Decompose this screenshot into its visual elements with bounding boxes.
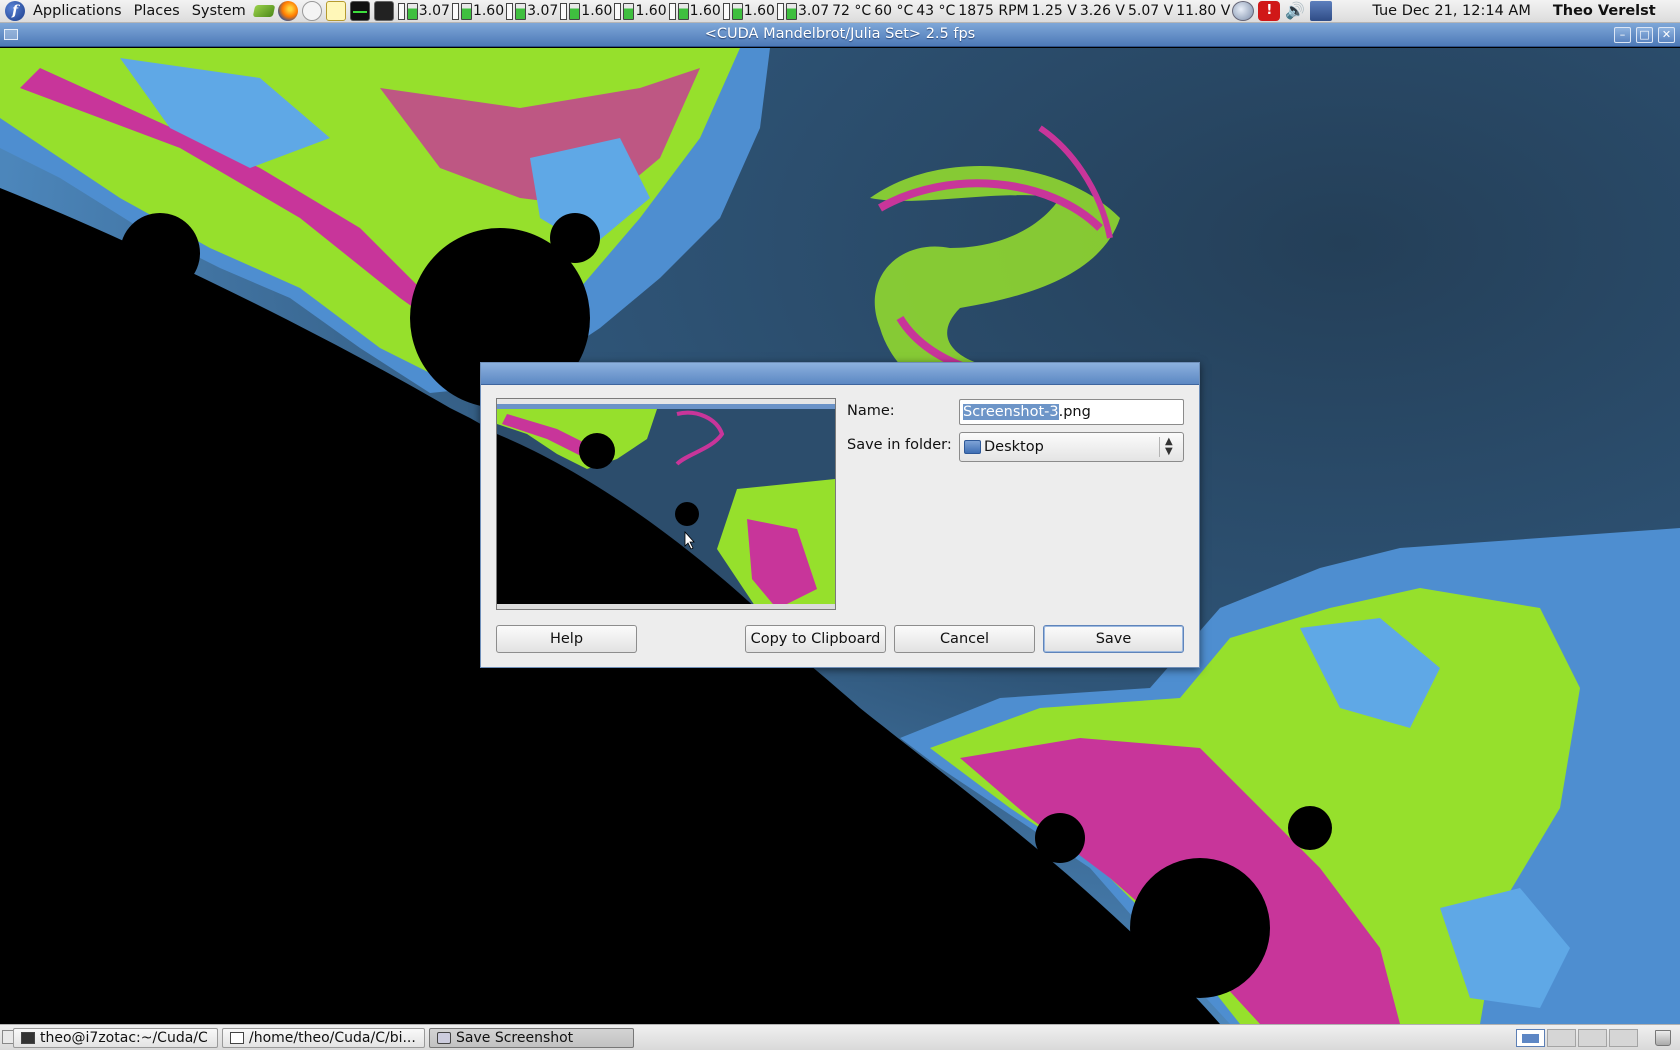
alert-icon[interactable]: ! xyxy=(1258,1,1281,21)
sensor-fan[interactable]: 1875 RPM xyxy=(958,3,1028,19)
taskbar-item-file-browser[interactable]: /home/theo/Cuda/C/bi... xyxy=(222,1028,425,1048)
bottom-panel: theo@i7zotac:~/Cuda/C /home/theo/Cuda/C/… xyxy=(0,1024,1680,1050)
save-button[interactable]: Save xyxy=(1043,625,1184,653)
nvidia-settings-icon[interactable] xyxy=(252,5,276,17)
cpu-freq-7[interactable]: 1.60 xyxy=(722,2,775,20)
window-titlebar[interactable]: <CUDA Mandelbrot/Julia Set> 2.5 fps – □ … xyxy=(0,23,1680,47)
cpu-freq-5[interactable]: 1.60 xyxy=(614,2,667,20)
sensor-volt-3[interactable]: 5.07 V xyxy=(1128,3,1173,19)
taskbar-item-label: Save Screenshot xyxy=(456,1030,574,1046)
sensor-volt-2[interactable]: 3.26 V xyxy=(1080,3,1125,19)
cpu-freq-1[interactable]: 3.07 xyxy=(397,2,450,20)
close-button[interactable]: ✕ xyxy=(1658,27,1675,43)
workspace-2[interactable] xyxy=(1547,1029,1576,1047)
menu-places[interactable]: Places xyxy=(128,0,186,22)
text-editor-icon[interactable] xyxy=(325,1,346,21)
sensor-temp-3[interactable]: 43 °C xyxy=(916,3,955,19)
help-button[interactable]: Help xyxy=(496,625,637,653)
cpu-freq-8[interactable]: 3.07 xyxy=(776,2,829,20)
dialog-titlebar[interactable] xyxy=(481,363,1199,385)
taskbar-item-terminal[interactable]: theo@i7zotac:~/Cuda/C xyxy=(13,1028,218,1048)
cpu-freq-4[interactable]: 1.60 xyxy=(560,2,612,20)
clock[interactable]: Tue Dec 21, 12:14 AM xyxy=(1372,3,1531,19)
system-monitor-icon[interactable] xyxy=(349,1,370,21)
save-folder-value: Desktop xyxy=(984,439,1044,455)
window-title: <CUDA Mandelbrot/Julia Set> 2.5 fps xyxy=(704,26,976,42)
screenshot-preview xyxy=(496,398,836,610)
screenshot-preview-image xyxy=(497,399,835,609)
terminal-icon xyxy=(21,1032,35,1044)
cpu-freq-3[interactable]: 3.07 xyxy=(506,2,558,20)
copy-to-clipboard-button[interactable]: Copy to Clipboard xyxy=(745,625,886,653)
taskbar-item-label: /home/theo/Cuda/C/bi... xyxy=(249,1030,416,1046)
save-folder-combo[interactable]: Desktop ▲ ▼ xyxy=(959,432,1184,462)
sensor-volt-1[interactable]: 1.25 V xyxy=(1032,3,1077,19)
filename-extension: .png xyxy=(1058,404,1091,420)
combo-separator xyxy=(1159,437,1160,457)
volume-icon[interactable]: 🔊 xyxy=(1284,1,1306,21)
menu-system[interactable]: System xyxy=(186,0,252,22)
save-screenshot-dialog: Name: Screenshot-3.png Save in folder: D… xyxy=(480,362,1200,668)
clock-applet-icon[interactable] xyxy=(301,1,322,21)
cpu-freq-2[interactable]: 1.60 xyxy=(451,2,504,20)
sensor-temp-1[interactable]: 72 °C xyxy=(832,3,871,19)
workspace-3[interactable] xyxy=(1578,1029,1607,1047)
menu-applications[interactable]: Applications xyxy=(27,0,128,22)
fedora-logo-icon[interactable]: f xyxy=(5,1,25,21)
user-name[interactable]: Theo Verelst xyxy=(1553,3,1656,19)
trash-icon[interactable] xyxy=(1655,1030,1671,1046)
screenshot-icon xyxy=(437,1032,451,1044)
window-icon xyxy=(230,1032,244,1044)
network-manager-icon[interactable] xyxy=(1310,1,1333,21)
combo-arrows-icon: ▲ ▼ xyxy=(1165,436,1173,457)
cpu-freq-6[interactable]: 1.60 xyxy=(668,2,721,20)
maximize-button[interactable]: □ xyxy=(1636,27,1653,43)
filename-selected-text: Screenshot-3 xyxy=(963,404,1059,420)
sensor-volt-4[interactable]: 11.80 V xyxy=(1176,3,1230,19)
folder-icon xyxy=(964,440,981,454)
cancel-button[interactable]: Cancel xyxy=(894,625,1035,653)
top-panel: f Applications Places System 3.07 1.60 3… xyxy=(0,0,1680,23)
save-folder-label: Save in folder: xyxy=(847,437,952,453)
workspace-1[interactable] xyxy=(1516,1029,1545,1047)
minimize-button[interactable]: – xyxy=(1614,27,1631,43)
filename-input[interactable]: Screenshot-3.png xyxy=(959,399,1184,425)
taskbar-item-label: theo@i7zotac:~/Cuda/C xyxy=(40,1030,208,1046)
name-label: Name: xyxy=(847,403,895,419)
sensor-temp-2[interactable]: 60 °C xyxy=(874,3,913,19)
terminal-icon[interactable] xyxy=(373,1,394,21)
network-globe-icon[interactable] xyxy=(1232,1,1255,21)
firefox-icon[interactable] xyxy=(277,1,298,21)
taskbar-item-save-screenshot[interactable]: Save Screenshot xyxy=(429,1028,634,1048)
workspace-4[interactable] xyxy=(1609,1029,1638,1047)
